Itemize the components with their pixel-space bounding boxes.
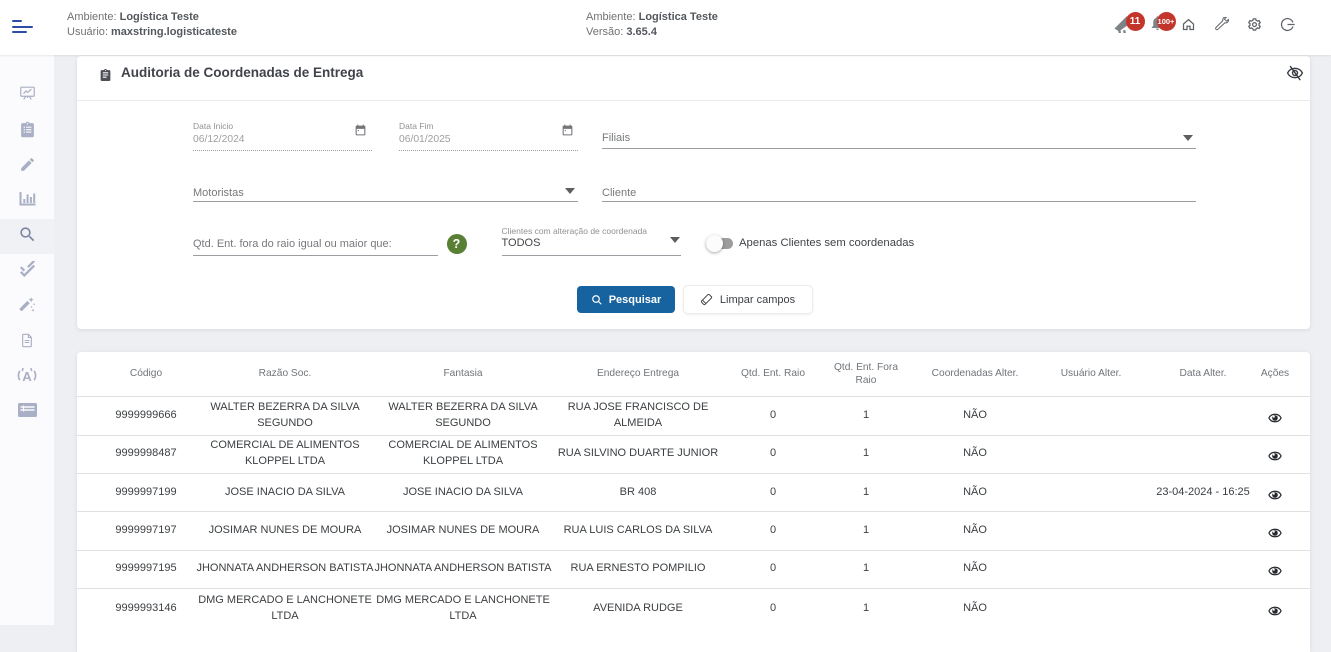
svg-text:A: A: [22, 369, 32, 384]
